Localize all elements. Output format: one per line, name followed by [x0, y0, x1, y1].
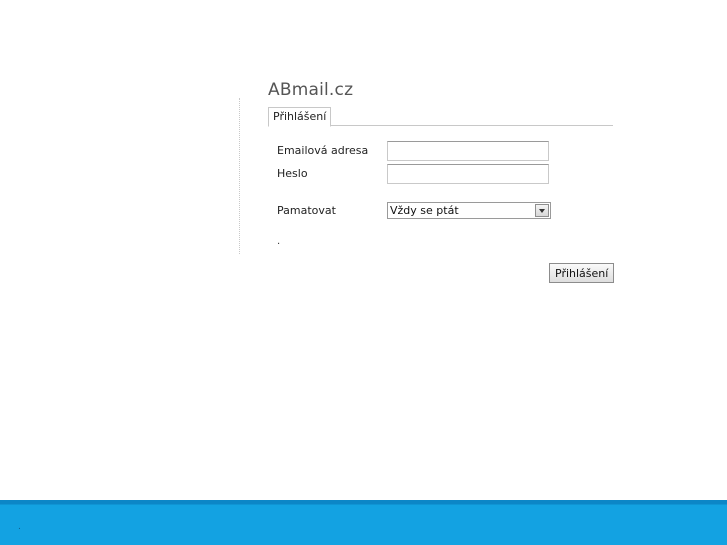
remember-select[interactable]: Vždy se ptát	[387, 202, 551, 219]
chevron-down-icon	[535, 204, 549, 217]
remember-label: Pamatovat	[277, 204, 336, 217]
app-title: ABmail.cz	[268, 80, 354, 100]
panel-divider	[239, 98, 240, 254]
remember-selected-value: Vždy se ptát	[390, 204, 459, 217]
note-text: .	[277, 236, 281, 247]
password-label: Heslo	[277, 167, 308, 180]
email-field[interactable]	[387, 141, 549, 161]
login-button[interactable]: Přihlášení	[549, 263, 615, 283]
email-label: Emailová adresa	[277, 144, 369, 157]
tab-login[interactable]: Přihlášení	[268, 107, 332, 127]
login-panel: ABmail.cz Přihlášení Emailová adresa Hes…	[239, 80, 619, 290]
footer-bar: .	[0, 500, 727, 545]
footer-text: .	[18, 522, 21, 532]
password-field[interactable]	[387, 164, 549, 184]
